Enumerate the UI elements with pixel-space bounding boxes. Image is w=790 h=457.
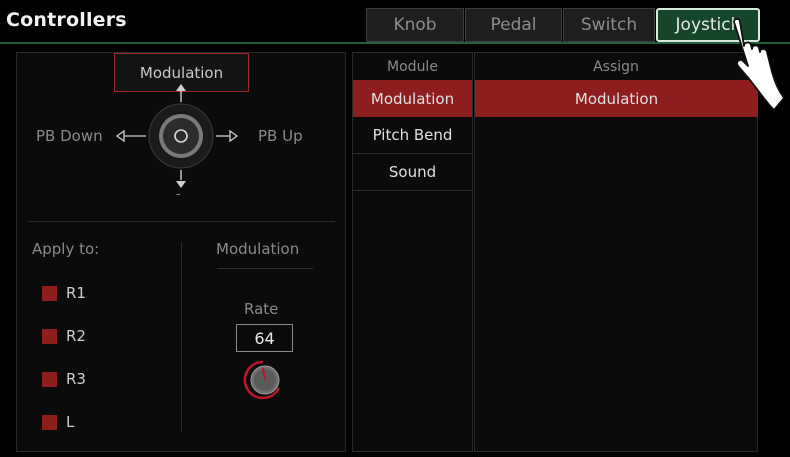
r1-label: R1	[66, 284, 86, 302]
module-item-modulation[interactable]: Modulation	[353, 80, 472, 117]
arrow-down-icon	[176, 181, 186, 188]
r3-checkbox[interactable]	[42, 372, 57, 387]
r3-label: R3	[66, 370, 86, 388]
tab-switch[interactable]: Switch	[563, 8, 655, 42]
page-title: Controllers	[6, 9, 127, 31]
rate-knob[interactable]	[243, 360, 283, 400]
rate-value-field[interactable]: 64	[236, 324, 293, 352]
arrow-right-icon	[229, 129, 239, 143]
arrow-up-icon	[176, 84, 186, 91]
joystick-center	[163, 118, 199, 154]
tab-knob[interactable]: Knob	[366, 8, 464, 42]
assign-column-header: Assign	[593, 59, 639, 75]
modulation-underline	[217, 268, 313, 269]
apply-to-label: Apply to:	[32, 240, 100, 258]
l-checkbox[interactable]	[42, 415, 57, 430]
r2-checkbox[interactable]	[42, 329, 57, 344]
assign-item-modulation[interactable]: Modulation	[475, 80, 758, 117]
r2-label: R2	[66, 327, 86, 345]
l-label: L	[66, 413, 75, 431]
joystick-right-label: PB Up	[258, 127, 303, 145]
rate-label: Rate	[244, 300, 279, 318]
arrow-left-icon	[115, 129, 125, 143]
module-item-sound[interactable]: Sound	[353, 154, 472, 191]
module-column-header: Module	[387, 59, 438, 75]
r1-checkbox[interactable]	[42, 286, 57, 301]
joystick-graphic[interactable]	[110, 80, 252, 195]
vertical-divider	[181, 242, 182, 432]
joystick-left-label: PB Down	[36, 127, 103, 145]
section-divider	[28, 221, 335, 222]
tab-pedal[interactable]: Pedal	[465, 8, 562, 42]
modulation-section-title: Modulation	[216, 240, 300, 258]
header-divider	[0, 42, 790, 44]
module-item-pitch-bend[interactable]: Pitch Bend	[353, 117, 472, 154]
pointing-hand-icon	[733, 18, 785, 111]
